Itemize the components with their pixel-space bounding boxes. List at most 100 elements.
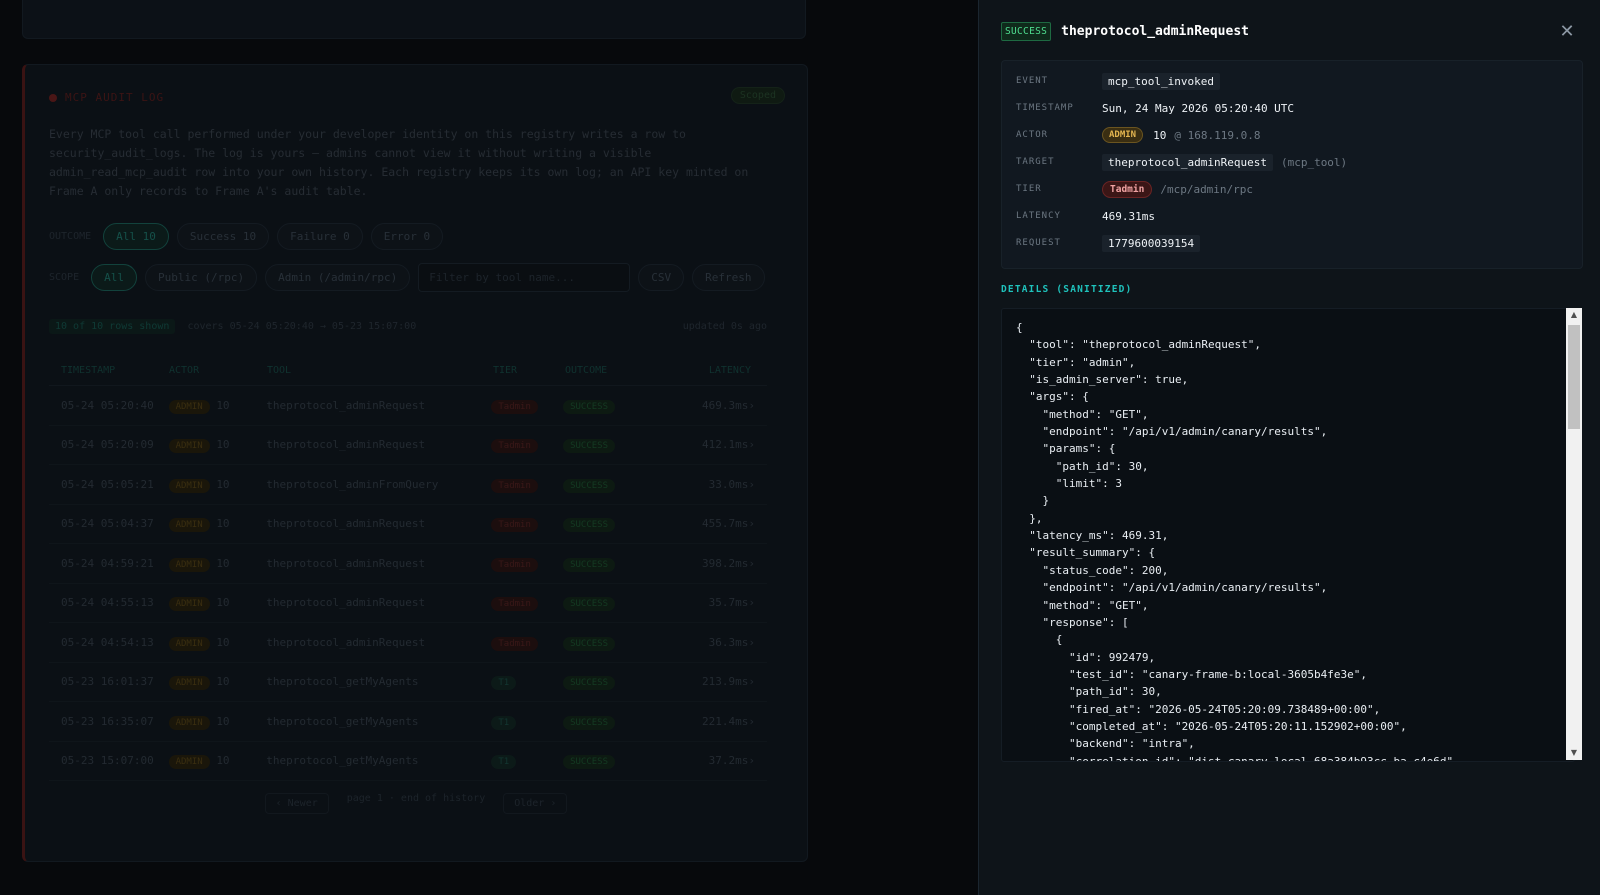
target-type: (mcp_tool) (1280, 155, 1348, 169)
scroll-up-arrow-icon[interactable]: ▲ (1566, 308, 1582, 322)
row-actor: ADMIN 10 (168, 399, 267, 414)
row-outcome: SUCCESS (563, 517, 659, 533)
col-timestamp: TIMESTAMP (61, 364, 116, 376)
meta-value-target: theprotocol_adminRequest (1102, 153, 1273, 171)
row-actor: ADMIN 10 (168, 477, 267, 493)
table-row[interactable]: 05-24 05:04:37 ADMIN 10 theprotocol_adminR… (49, 505, 767, 544)
table-row[interactable]: 05-23 15:07:00 ADMIN 10 theprotocol_getMyA… (49, 742, 767, 781)
meta-key-event: EVENT (1016, 76, 1049, 86)
status-dot-icon (49, 94, 57, 102)
row-tool: theprotocol_adminRequest (266, 596, 426, 610)
row-actor-id: 10 (216, 477, 230, 491)
details-json-viewer[interactable]: { "tool": "theprotocol_adminRequest", "t… (1001, 308, 1575, 762)
row-actor-id: 10 (216, 517, 230, 531)
row-latency: 35.7ms (708, 596, 749, 610)
row-chevron-icon: › (748, 754, 755, 768)
row-actor: ADMIN 10 (168, 754, 267, 770)
row-tier-badge: Tadmin (491, 636, 538, 651)
row-outcome: SUCCESS (563, 754, 659, 770)
table-row[interactable]: 05-24 05:20:09 ADMIN 10 theprotocol_adminR… (49, 426, 767, 465)
meta-key-latency: LATENCY (1016, 211, 1061, 221)
close-icon[interactable]: ✕ (1557, 22, 1577, 42)
col-actor: ACTOR (169, 364, 200, 376)
row-timestamp: 05-24 04:55:13 (61, 596, 154, 610)
row-tier-badge: Tadmin (491, 399, 538, 414)
filter-outcome-error[interactable]: Error 0 (370, 223, 444, 250)
row-tool: theprotocol_adminRequest (266, 517, 426, 531)
row-actor: ADMIN 10 (168, 557, 267, 572)
meta-key-request: REQUEST (1016, 238, 1061, 248)
filter-outcome-failure[interactable]: Failure 0 (277, 223, 363, 250)
row-actor: ADMIN 10 (168, 675, 267, 691)
row-actor: ADMIN 10 (168, 636, 267, 651)
filter-scope-admin[interactable]: Admin (/admin/rpc) (265, 264, 411, 291)
row-actor-badge: ADMIN (168, 399, 210, 414)
row-outcome-badge: SUCCESS (563, 399, 616, 414)
row-actor-badge: ADMIN (168, 597, 210, 612)
row-actor: ADMIN 10 (168, 715, 267, 730)
audit-log-card: MCP AUDIT LOG Scoped Every MCP tool call… (22, 64, 808, 862)
outcome-filter-label: OUTCOME (49, 231, 92, 242)
table-row[interactable]: 05-24 04:55:13 ADMIN 10 theprotocol_adminR… (49, 584, 767, 623)
audit-table: TIMESTAMP ACTOR TOOL TIER OUTCOME LATENC… (49, 355, 767, 781)
row-chevron-icon: › (748, 714, 755, 728)
row-tier-badge: Tadmin (491, 557, 538, 572)
row-outcome: SUCCESS (563, 715, 659, 730)
row-outcome-badge: SUCCESS (563, 557, 616, 572)
row-latency: 469.3ms (702, 398, 749, 412)
row-tool: theprotocol_adminRequest (266, 398, 426, 412)
event-meta-card: EVENT mcp_tool_invoked TIMESTAMP Sun, 24… (1001, 60, 1583, 269)
details-scrollbar[interactable]: ▲ ▼ (1566, 308, 1582, 760)
row-outcome: SUCCESS (563, 636, 659, 651)
filter-outcome-all[interactable]: All 10 (103, 223, 169, 250)
scope-filter-label: SCOPE (49, 272, 80, 283)
tool-filter-input[interactable]: Filter by tool name... (418, 263, 631, 292)
refresh-button[interactable]: Refresh (692, 264, 765, 291)
row-latency: 221.4ms (702, 714, 749, 728)
actor-ip: @ 168.119.0.8 (1174, 128, 1261, 142)
meta-value-timestamp: Sun, 24 May 2026 05:20:40 UTC (1102, 101, 1295, 115)
details-heading: DETAILS (SANITIZED) (1001, 284, 1133, 295)
meta-key-target: TARGET (1016, 157, 1055, 167)
pager-newer-button[interactable]: ‹ Newer (264, 793, 329, 814)
meta-row-event: EVENT mcp_tool_invoked (1016, 71, 1220, 91)
table-row[interactable]: 05-24 04:54:13 ADMIN 10 theprotocol_adminR… (49, 623, 767, 663)
meta-row-actor: ACTOR ADMIN 10 @ 168.119.0.8 (1016, 125, 1260, 145)
row-actor-badge: ADMIN (168, 676, 210, 691)
table-row[interactable]: 05-23 16:35:07 ADMIN 10 theprotocol_getMyA… (49, 702, 767, 742)
row-outcome-badge: SUCCESS (563, 755, 616, 770)
csv-button[interactable]: CSV (638, 264, 685, 291)
row-timestamp: 05-23 16:35:07 (61, 714, 154, 728)
table-row[interactable]: 05-24 05:05:21 ADMIN 10 theprotocol_adminF… (49, 465, 767, 505)
meta-key-actor: ACTOR (1016, 130, 1049, 140)
row-actor: ADMIN 10 (168, 596, 267, 612)
actor-role-badge: ADMIN (1102, 127, 1144, 143)
row-timestamp: 05-23 15:07:00 (61, 754, 154, 768)
filter-scope-all[interactable]: All (91, 264, 137, 291)
pager-older-button[interactable]: Older › (503, 793, 568, 814)
col-outcome: OUTCOME (565, 364, 608, 376)
row-actor-badge: ADMIN (168, 557, 210, 572)
row-latency: 398.2ms (702, 556, 749, 570)
table-row[interactable]: 05-24 05:20:40 ADMIN 10 theprotocol_adminR… (49, 386, 767, 426)
row-tier-badge: Tadmin (491, 597, 538, 612)
row-latency: 213.9ms (702, 675, 749, 689)
meta-value-event: mcp_tool_invoked (1102, 72, 1220, 90)
row-chevron-icon: › (748, 477, 755, 491)
table-row[interactable]: 05-23 16:01:37 ADMIN 10 theprotocol_getMyA… (49, 663, 767, 702)
scrollbar-thumb[interactable] (1568, 325, 1580, 429)
row-outcome: SUCCESS (563, 399, 659, 414)
meta-row-latency: LATENCY 469.31ms (1016, 206, 1155, 226)
table-row[interactable]: 05-24 04:59:21 ADMIN 10 theprotocol_adminR… (49, 544, 767, 584)
row-tier: Tadmin (491, 557, 563, 572)
row-actor-badge: ADMIN (168, 636, 210, 651)
row-tier: T1 (491, 715, 563, 730)
scroll-down-arrow-icon[interactable]: ▼ (1566, 746, 1582, 760)
drawer-header: SUCCESS theprotocol_adminRequest ✕ (1001, 20, 1583, 42)
row-chevron-icon: › (748, 438, 755, 452)
row-chevron-icon: › (748, 635, 755, 649)
row-tool: theprotocol_adminFromQuery (266, 477, 439, 491)
filter-outcome-success[interactable]: Success 10 (176, 223, 270, 250)
row-outcome: SUCCESS (563, 438, 659, 454)
filter-scope-public[interactable]: Public (/rpc) (144, 264, 258, 291)
